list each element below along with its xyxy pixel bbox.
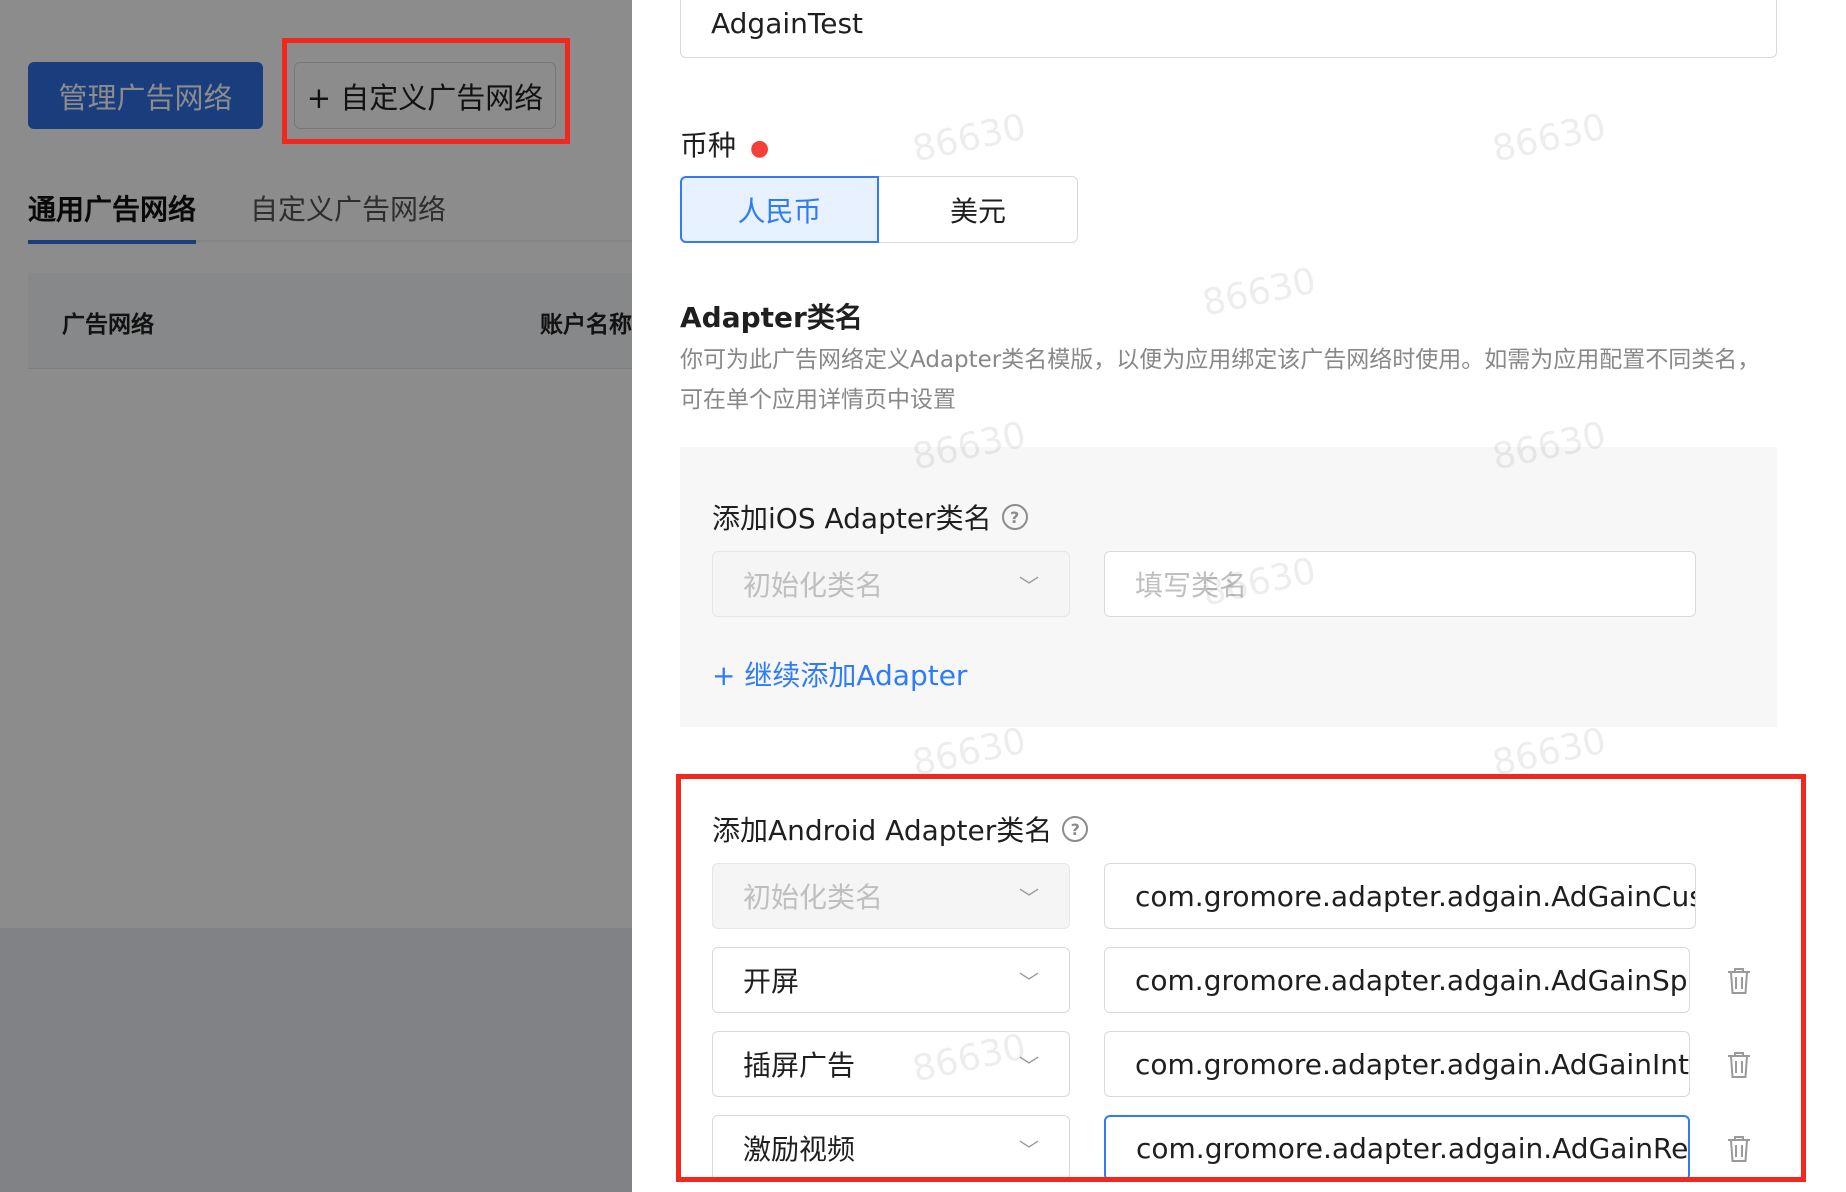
watermark: 86630 <box>908 106 1030 171</box>
ios-init-class-select: 初始化类名 ﹀ <box>712 551 1070 617</box>
ios-adapter-label-text: 添加iOS Adapter类名 <box>712 502 992 535</box>
currency-option-usd[interactable]: 美元 <box>879 176 1078 243</box>
highlight-box-custom-button <box>282 38 570 144</box>
ios-select-value: 初始化类名 <box>743 569 884 602</box>
watermark: 86630 <box>1198 260 1320 325</box>
help-icon[interactable]: ? <box>1001 504 1028 530</box>
network-name-input[interactable]: AdgainTest <box>680 0 1777 58</box>
ios-adapter-label: 添加iOS Adapter类名 ? <box>712 497 1028 537</box>
adapter-description: 你可为此广告网络定义Adapter类名模版，以便为应用绑定该广告网络时使用。如需… <box>680 347 1761 413</box>
currency-label: 币种 ● <box>680 124 769 164</box>
ios-class-name-input[interactable]: 填写类名 <box>1104 551 1696 617</box>
highlight-box-android-adapters <box>676 774 1806 1182</box>
adapter-section-title: Adapter类名 <box>680 301 863 334</box>
currency-option-rmb[interactable]: 人民币 <box>680 176 879 243</box>
watermark: 86630 <box>1488 106 1610 171</box>
chevron-down-icon: ﹀ <box>1019 573 1039 598</box>
add-adapter-link[interactable]: + 继续添加Adapter <box>712 654 967 694</box>
currency-label-text: 币种 <box>680 129 737 162</box>
required-dot-icon: ● <box>750 136 770 161</box>
